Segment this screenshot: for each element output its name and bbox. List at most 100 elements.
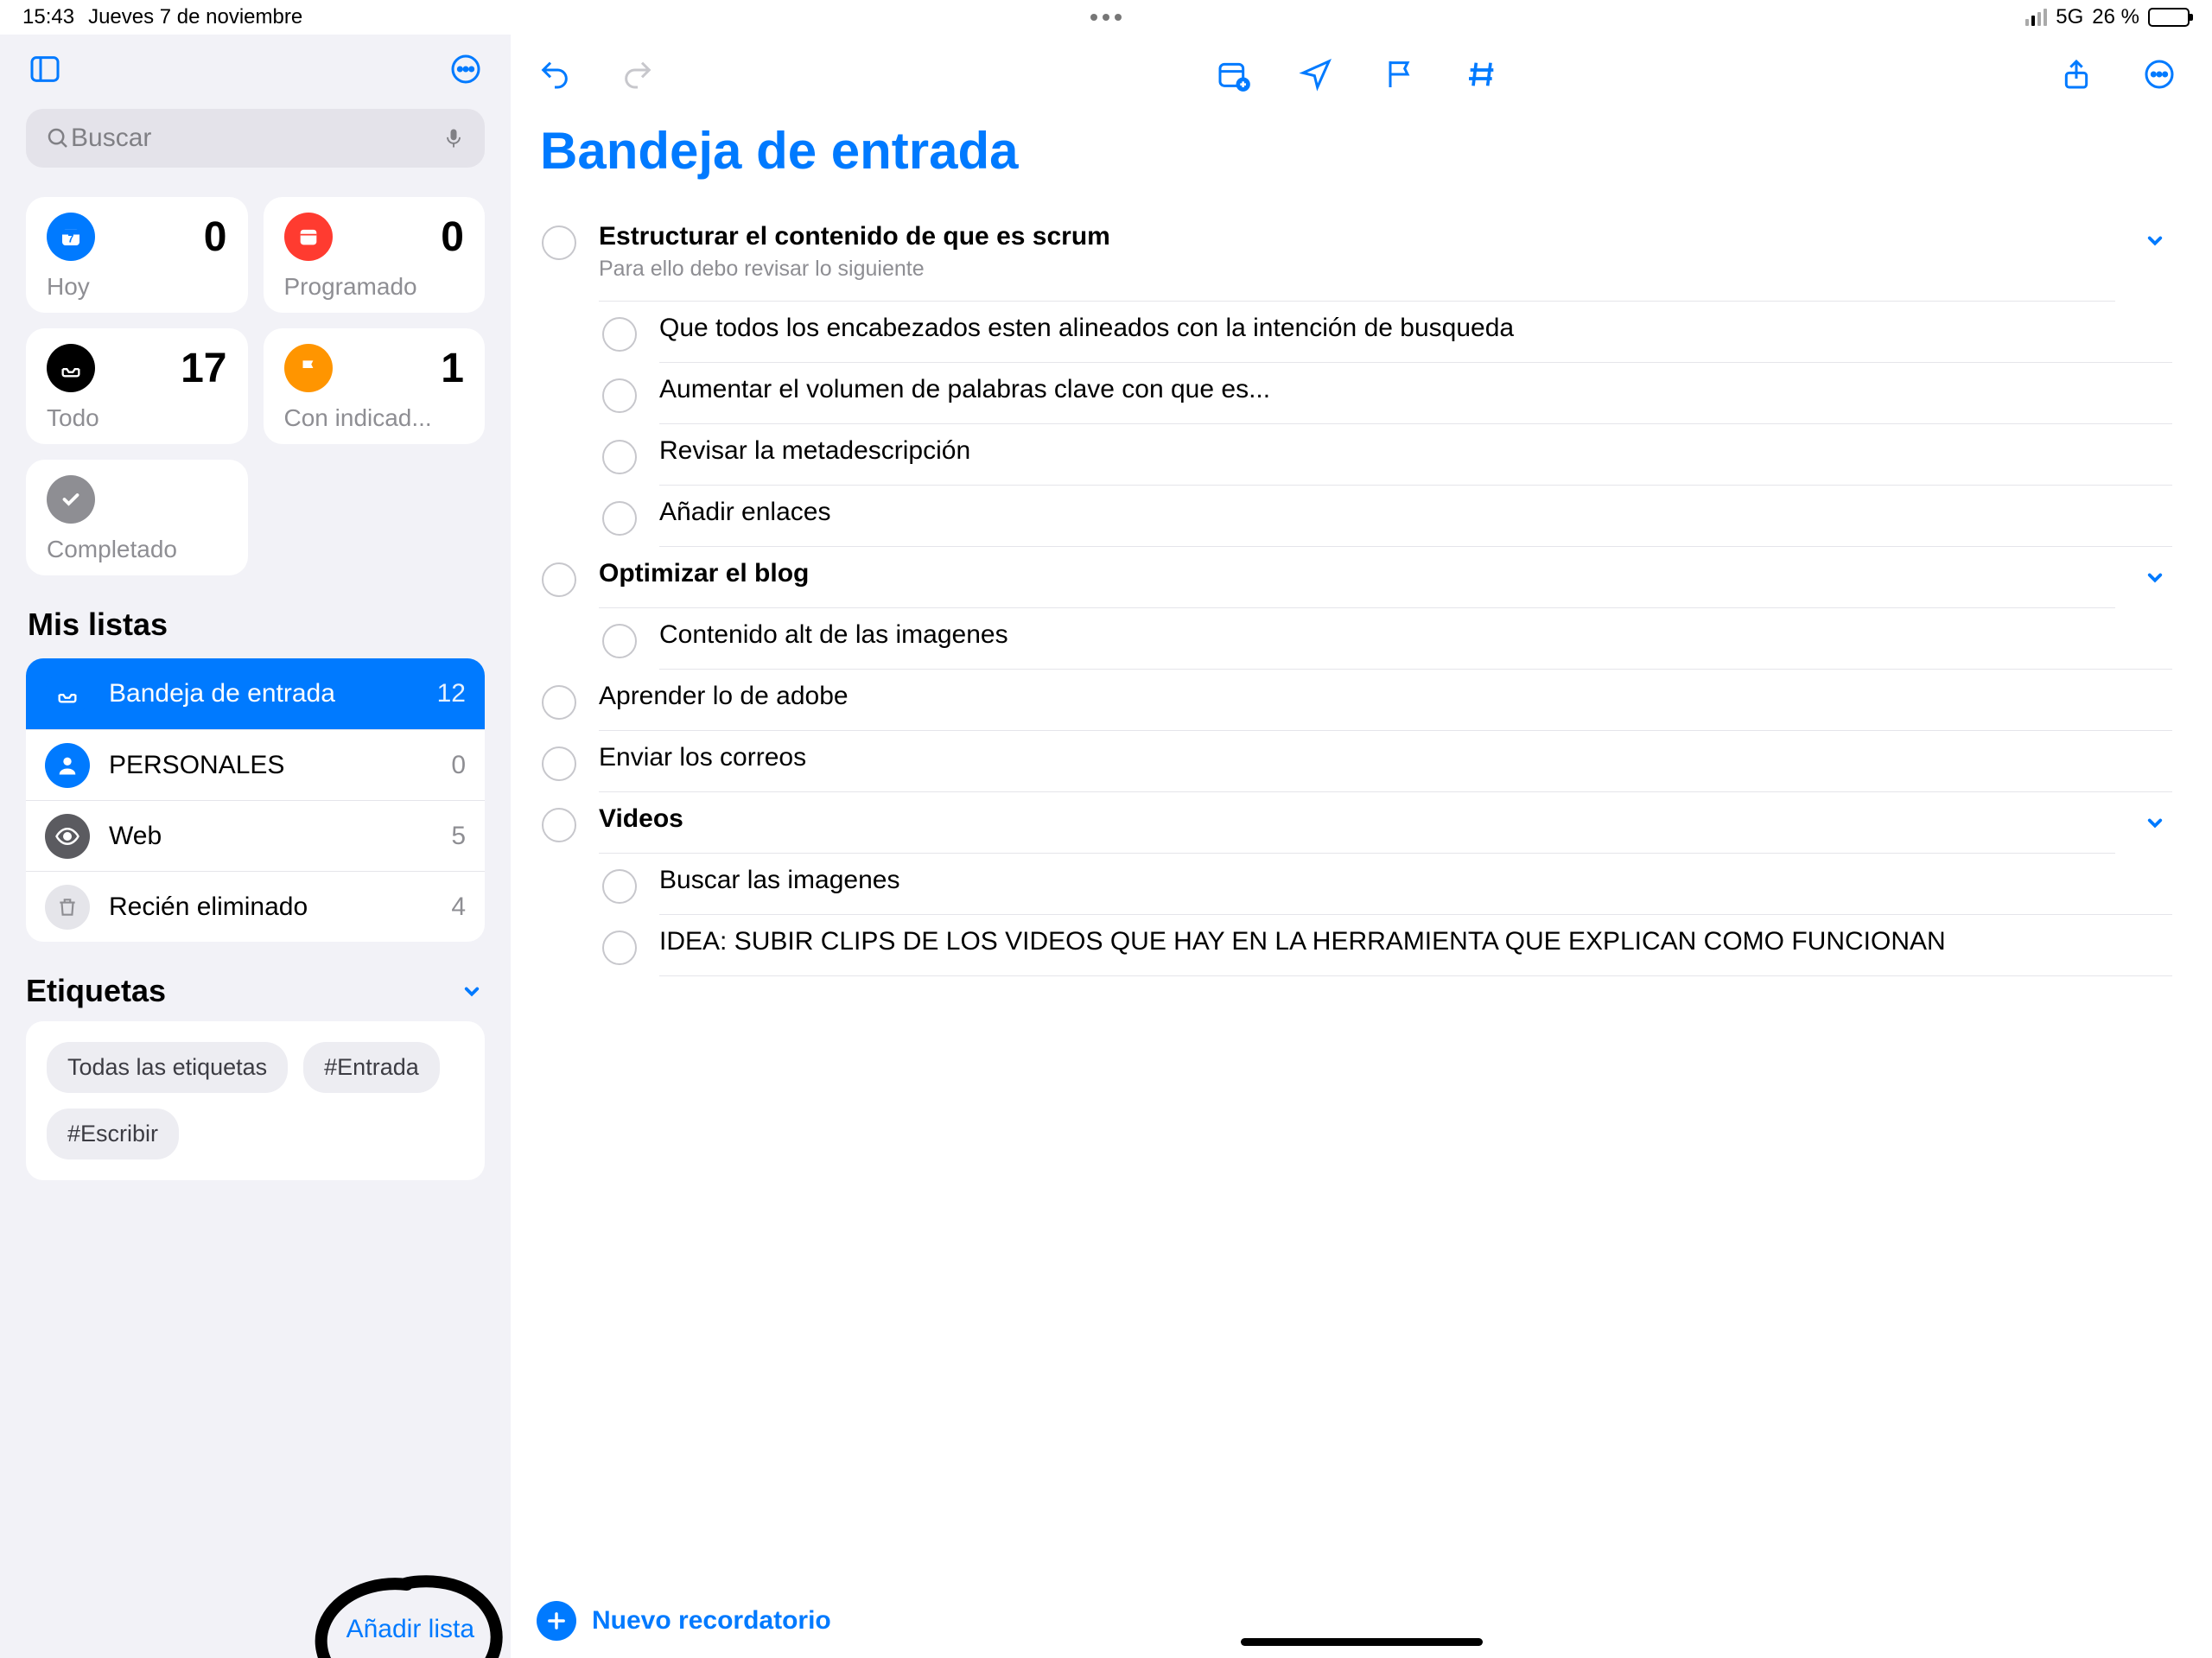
tag-button[interactable] xyxy=(1464,56,1500,92)
tag-chip[interactable]: Todas las etiquetas xyxy=(47,1042,288,1093)
search-field[interactable] xyxy=(26,109,485,168)
reminder-title: Revisar la metadescripción xyxy=(659,436,2172,466)
complete-toggle[interactable] xyxy=(602,440,637,474)
smartlist-today-label: Hoy xyxy=(47,273,227,301)
svg-text:7: 7 xyxy=(68,232,74,245)
sidebar-list-item[interactable]: Bandeja de entrada 12 xyxy=(26,658,485,729)
sidebar-list-item[interactable]: PERSONALES0 xyxy=(26,729,485,800)
undo-button[interactable] xyxy=(537,56,573,92)
reminder-sublist: Que todos los encabezados esten alineado… xyxy=(597,302,2177,547)
complete-toggle[interactable] xyxy=(542,226,576,260)
sidebar-more-button[interactable] xyxy=(447,50,485,88)
reminder-title: Estructurar el contenido de que es scrum xyxy=(599,222,2115,251)
complete-toggle[interactable] xyxy=(542,808,576,842)
reminder-list: Estructurar el contenido de que es scrum… xyxy=(537,210,2177,1585)
add-list-button[interactable]: Añadir lista xyxy=(346,1615,474,1644)
list-item-count: 12 xyxy=(437,679,466,708)
share-button[interactable] xyxy=(2058,56,2094,92)
reminder-item[interactable]: Que todos los encabezados esten alineado… xyxy=(597,302,2177,363)
redo-button xyxy=(620,56,656,92)
reminder-title: Videos xyxy=(599,804,2115,834)
my-lists-header: Mis listas xyxy=(28,607,485,643)
reminder-parent[interactable]: Enviar los correos xyxy=(537,731,2177,792)
reminder-subtitle: Para ello debo revisar lo siguiente xyxy=(599,257,2115,282)
complete-toggle[interactable] xyxy=(602,869,637,904)
chevron-down-icon[interactable] xyxy=(2138,564,2172,590)
smartlist-flagged-count: 1 xyxy=(441,345,464,392)
reminder-title: Añadir enlaces xyxy=(659,498,2172,527)
smartlist-scheduled-count: 0 xyxy=(441,213,464,261)
chevron-down-icon[interactable] xyxy=(2138,227,2172,253)
tag-chip[interactable]: #Escribir xyxy=(47,1109,179,1159)
reminder-parent[interactable]: Estructurar el contenido de que es scrum… xyxy=(537,210,2177,302)
check-icon xyxy=(47,475,95,524)
sidebar-list-item[interactable]: Recién eliminado4 xyxy=(26,871,485,942)
reminder-sublist: Contenido alt de las imagenes xyxy=(597,608,2177,670)
reminder-title: Enviar los correos xyxy=(599,743,2172,772)
smartlist-today[interactable]: 7 0 Hoy xyxy=(26,197,248,313)
reminder-item[interactable]: Revisar la metadescripción xyxy=(597,424,2177,486)
complete-toggle[interactable] xyxy=(542,685,576,720)
home-indicator[interactable] xyxy=(1241,1638,1483,1646)
reminder-item[interactable]: IDEA: SUBIR CLIPS DE LOS VIDEOS QUE HAY … xyxy=(597,915,2177,976)
complete-toggle[interactable] xyxy=(602,378,637,413)
complete-toggle[interactable] xyxy=(542,562,576,597)
reminder-item[interactable]: Añadir enlaces xyxy=(597,486,2177,547)
sidebar-toggle-button[interactable] xyxy=(26,50,64,88)
smartlist-flagged-label: Con indicad... xyxy=(284,404,465,432)
reminder-title: Que todos los encabezados esten alineado… xyxy=(659,314,2172,343)
smartlist-today-count: 0 xyxy=(204,213,227,261)
complete-toggle[interactable] xyxy=(602,501,637,536)
page-title: Bandeja de entrada xyxy=(540,121,2177,181)
complete-toggle[interactable] xyxy=(602,624,637,658)
reminder-title: Aprender lo de adobe xyxy=(599,682,2172,711)
complete-toggle[interactable] xyxy=(602,317,637,352)
smartlist-all[interactable]: 17 Todo xyxy=(26,328,248,444)
signal-icon xyxy=(2025,9,2047,26)
mic-icon[interactable] xyxy=(442,126,466,150)
calendar-icon xyxy=(284,213,333,261)
tag-chip[interactable]: #Entrada xyxy=(303,1042,440,1093)
list-item-count: 4 xyxy=(451,893,466,922)
flag-icon xyxy=(284,344,333,392)
new-reminder-label[interactable]: Nuevo recordatorio xyxy=(592,1606,831,1636)
list-item-label: Bandeja de entrada xyxy=(109,679,418,708)
new-reminder-button[interactable] xyxy=(537,1601,576,1641)
main-pane: Bandeja de entrada Estructurar el conten… xyxy=(511,35,2212,1658)
reminder-title: Aumentar el volumen de palabras clave co… xyxy=(659,375,2172,404)
reminder-parent[interactable]: Optimizar el blog xyxy=(537,547,2177,608)
chevron-down-icon[interactable] xyxy=(2138,810,2172,835)
tag-box: Todas las etiquetas #Entrada #Escribir xyxy=(26,1021,485,1180)
calendar-add-button[interactable] xyxy=(1215,56,1251,92)
flag-button[interactable] xyxy=(1381,56,1417,92)
reminder-item[interactable]: Buscar las imagenes xyxy=(597,854,2177,915)
reminder-title: Buscar las imagenes xyxy=(659,866,2172,895)
location-button[interactable] xyxy=(1298,56,1334,92)
complete-toggle[interactable] xyxy=(542,746,576,781)
smartlist-completed-label: Completado xyxy=(47,536,227,563)
tray-icon xyxy=(45,671,90,716)
my-lists: Bandeja de entrada 12 PERSONALES0Web5Recié… xyxy=(26,658,485,942)
reminder-item[interactable]: Aumentar el volumen de palabras clave co… xyxy=(597,363,2177,424)
reminder-item[interactable]: Contenido alt de las imagenes xyxy=(597,608,2177,670)
smartlist-all-count: 17 xyxy=(181,345,226,392)
network-label: 5G xyxy=(2056,5,2083,29)
smartlist-scheduled[interactable]: 0 Programado xyxy=(264,197,486,313)
reminder-parent[interactable]: Aprender lo de adobe xyxy=(537,670,2177,731)
search-input[interactable] xyxy=(71,124,442,153)
status-time: 15:43 xyxy=(22,5,74,29)
smartlist-flagged[interactable]: 1 Con indicad... xyxy=(264,328,486,444)
smartlist-scheduled-label: Programado xyxy=(284,273,465,301)
main-more-button[interactable] xyxy=(2141,56,2177,92)
list-item-count: 0 xyxy=(451,751,466,780)
sidebar-list-item[interactable]: Web5 xyxy=(26,800,485,871)
trash-icon xyxy=(45,885,90,930)
reminder-parent[interactable]: Videos xyxy=(537,792,2177,854)
list-item-count: 5 xyxy=(451,822,466,851)
smartlist-completed[interactable]: Completado xyxy=(26,460,248,575)
chevron-down-icon[interactable] xyxy=(459,978,485,1004)
complete-toggle[interactable] xyxy=(602,931,637,965)
status-bar: 15:43 Jueves 7 de noviembre 5G 26 % xyxy=(0,0,2212,35)
eye-icon xyxy=(45,814,90,859)
multitask-dots[interactable] xyxy=(1090,14,1122,21)
